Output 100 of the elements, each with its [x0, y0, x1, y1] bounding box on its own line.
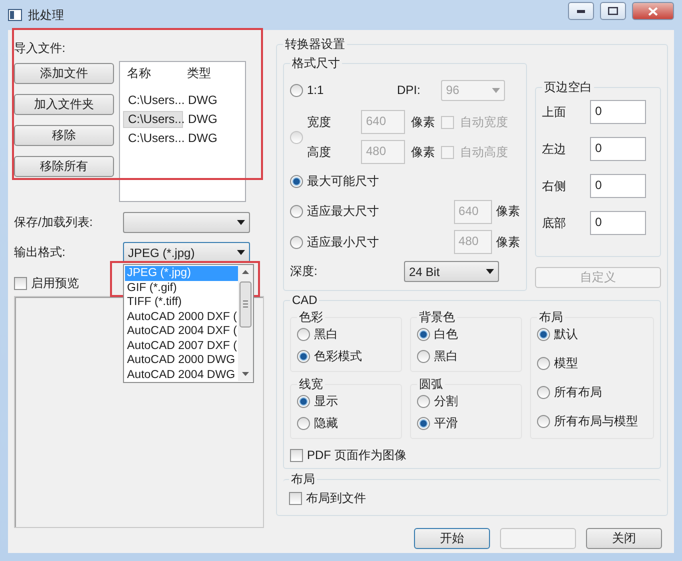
radio-button[interactable]: [417, 395, 430, 408]
margin-input[interactable]: 0: [590, 100, 646, 124]
dialog-button[interactable]: 开始: [414, 528, 490, 549]
radio-button[interactable]: [537, 415, 550, 428]
maximize-button[interactable]: [600, 2, 626, 20]
list-action-button[interactable]: 移除: [14, 125, 114, 146]
group-title: 色彩: [298, 309, 324, 326]
window-icon: [8, 9, 22, 21]
checkbox[interactable]: [441, 146, 454, 159]
file-type-cell-text: DWG: [187, 130, 218, 147]
radio-button[interactable]: [537, 357, 550, 370]
checkbox-label: 布局到文件: [306, 490, 366, 507]
radio-label: 所有布局与模型: [554, 413, 638, 430]
field-label: 左边: [542, 140, 568, 158]
radio-button[interactable]: [290, 205, 303, 218]
field-label: 保存/加载列表:: [14, 214, 94, 231]
radio-label: 黑白: [314, 326, 338, 343]
checkbox-label: 启用预览: [31, 275, 79, 292]
checkbox[interactable]: [441, 116, 454, 129]
radio-button[interactable]: [290, 236, 303, 249]
file-path-cell[interactable]: C:\Users...: [123, 111, 183, 128]
radio-button[interactable]: [290, 175, 303, 188]
list-action-button[interactable]: 移除所有: [14, 156, 114, 177]
window-title: 批处理: [28, 6, 65, 24]
dropdown-option[interactable]: AutoCAD 2000 DXF (: [125, 310, 238, 324]
list-action-button[interactable]: 加入文件夹: [14, 94, 114, 115]
checkbox-label: 自动高度: [460, 144, 508, 161]
column-header[interactable]: 名称: [123, 65, 183, 82]
radio-label: 白色: [434, 326, 458, 343]
minimize-button[interactable]: [568, 2, 594, 20]
file-type-cell-text: DWG: [187, 111, 218, 128]
margin-input[interactable]: 0: [590, 211, 646, 235]
file-path-cell[interactable]: C:\Users...: [123, 130, 183, 147]
close-icon: [648, 6, 658, 16]
caret-icon: [237, 220, 245, 225]
radio-label: 模型: [554, 355, 578, 372]
unit-label: 像素: [496, 234, 520, 251]
scrollbar[interactable]: [238, 265, 253, 381]
group-title: 布局: [290, 471, 316, 488]
field-label: 宽度: [307, 114, 332, 131]
field-label: 底部: [542, 214, 568, 232]
close-button[interactable]: [632, 2, 674, 20]
radio-label: 色彩模式: [314, 348, 362, 365]
radio-button[interactable]: [297, 328, 310, 341]
radio-button[interactable]: [537, 386, 550, 399]
margin-input[interactable]: 0: [590, 174, 646, 198]
group-title: CAD: [291, 293, 318, 307]
group-title: 背景色: [418, 309, 456, 326]
radio-button[interactable]: [297, 395, 310, 408]
field-label: 高度: [307, 144, 332, 161]
depth-dropdown[interactable]: 24 Bit: [404, 261, 499, 282]
dropdown-option[interactable]: GIF (*.gif): [125, 280, 238, 295]
radio-button[interactable]: [290, 130, 303, 144]
radio-label: 平滑: [434, 415, 458, 432]
radio-button[interactable]: [417, 417, 430, 430]
unit-label: 像素: [411, 114, 435, 131]
maximize-icon: [608, 7, 618, 15]
radio-label: 显示: [314, 393, 338, 410]
radio-label: 分割: [434, 393, 458, 410]
checkbox-label: 自动宽度: [460, 114, 508, 131]
list-dropdown[interactable]: [123, 212, 250, 233]
field-label: 输出格式:: [14, 244, 66, 261]
file-path-cell[interactable]: C:\Users...: [123, 92, 183, 109]
checkbox[interactable]: [290, 449, 303, 462]
dialog-button[interactable]: 关闭: [586, 528, 662, 549]
margin-input[interactable]: 0: [590, 137, 646, 161]
checkbox-label: PDF 页面作为图像: [307, 447, 406, 464]
field-label: 深度:: [290, 263, 318, 280]
radio-label: 黑白: [434, 348, 458, 365]
group-title: 格式尺寸: [291, 55, 341, 72]
radio-button[interactable]: [297, 350, 310, 363]
radio-label: 1:1: [307, 83, 325, 98]
radio-button[interactable]: [290, 84, 303, 97]
radio-button[interactable]: [297, 417, 310, 430]
section-label: 导入文件:: [14, 41, 66, 55]
dropdown-option[interactable]: AutoCAD 2004 DXF (: [125, 324, 238, 338]
radio-label: 适应最大尺寸: [307, 203, 380, 220]
unit-label: 像素: [496, 203, 520, 220]
radio-button[interactable]: [417, 350, 430, 363]
radio-label: 适应最小尺寸: [307, 234, 380, 251]
dropdown-option[interactable]: AutoCAD 2004 DWG: [125, 368, 238, 382]
minimize-icon: [577, 10, 585, 12]
field-label: 上面: [542, 104, 568, 120]
format-dropdown[interactable]: JPEG (*.jpg): [123, 242, 250, 263]
group-title: 布局: [538, 309, 564, 326]
column-header[interactable]: 类型: [183, 65, 242, 82]
radio-label: 隐藏: [314, 415, 338, 432]
radio-label: 所有布局: [554, 384, 602, 401]
radio-button[interactable]: [537, 328, 550, 341]
list-action-button[interactable]: 添加文件: [14, 63, 114, 84]
checkbox[interactable]: [289, 492, 302, 505]
radio-button[interactable]: [417, 328, 430, 341]
field-label: DPI:: [397, 83, 422, 98]
dropdown-option[interactable]: TIFF (*.tiff): [125, 295, 238, 310]
checkbox[interactable]: [14, 277, 27, 290]
caret-icon: [486, 269, 494, 274]
radio-label: 默认: [554, 326, 578, 343]
file-type-cell-text: DWG: [187, 92, 218, 109]
dropdown-option[interactable]: AutoCAD 2007 DXF (: [125, 338, 238, 353]
dropdown-option[interactable]: AutoCAD 2000 DWG: [125, 353, 238, 368]
